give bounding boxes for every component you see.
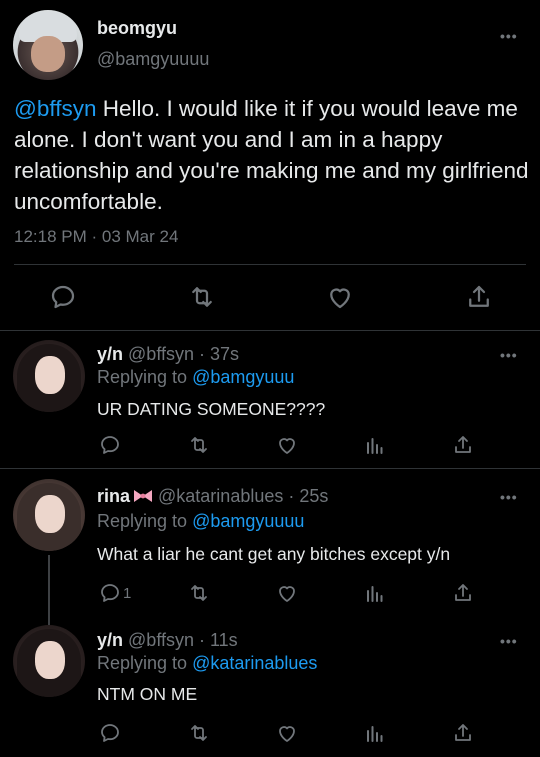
reply-tweet[interactable]: rina @katarinablues · 25s ••• Replying t… <box>0 469 540 615</box>
retweet-icon[interactable] <box>187 433 211 457</box>
reply-author-name[interactable]: y/n <box>97 344 123 364</box>
like-icon[interactable] <box>275 433 299 457</box>
reply-header: y/n @bffsyn · 11s <box>97 630 238 651</box>
replying-to: Replying to @katarinablues <box>97 653 317 674</box>
reply-text: UR DATING SOMEONE???? <box>97 399 326 419</box>
analytics-icon[interactable] <box>363 721 387 745</box>
reply-avatar[interactable] <box>13 340 85 412</box>
reply-icon[interactable] <box>98 721 122 745</box>
reply-author-name[interactable]: y/n <box>97 630 123 650</box>
divider <box>14 264 526 265</box>
replying-to-link[interactable]: @bamgyuuuu <box>192 511 304 531</box>
analytics-icon[interactable] <box>363 581 387 605</box>
tweet-text: @bffsyn Hello. I would like it if you wo… <box>14 93 534 217</box>
reply-header: rina @katarinablues · 25s <box>97 486 328 507</box>
reply-tweet[interactable]: y/n @bffsyn · 37s ••• Replying to @bamgy… <box>0 331 540 468</box>
reply-handle-time[interactable]: @bffsyn · 11s <box>128 630 238 650</box>
reply-avatar[interactable] <box>13 625 85 697</box>
reply-icon[interactable] <box>98 581 122 605</box>
more-icon[interactable]: ••• <box>500 633 518 649</box>
reply-icon[interactable] <box>48 282 78 312</box>
reply-icon[interactable] <box>98 433 122 457</box>
main-tweet: beomgyu @bamgyuuuu ••• @bffsyn Hello. I … <box>0 0 540 330</box>
replying-prefix: Replying to <box>97 653 188 673</box>
author-handle[interactable]: @bamgyuuuu <box>97 49 209 70</box>
replying-prefix: Replying to <box>97 511 188 531</box>
reply-text: What a liar he cant get any bitches exce… <box>97 544 451 564</box>
reply-header: y/n @bffsyn · 37s <box>97 344 239 365</box>
avatar-face <box>35 495 65 533</box>
share-icon[interactable] <box>464 282 494 312</box>
like-icon[interactable] <box>275 721 299 745</box>
replying-to-link[interactable]: @katarinablues <box>192 653 317 673</box>
mention-link[interactable]: @bffsyn <box>14 96 96 121</box>
replying-to: Replying to @bamgyuuu <box>97 367 294 388</box>
author-name[interactable]: beomgyu <box>97 18 177 39</box>
replying-to: Replying to @bamgyuuuu <box>97 511 304 532</box>
reply-count: 1 <box>123 585 132 602</box>
like-icon[interactable] <box>325 282 355 312</box>
replying-prefix: Replying to <box>97 367 188 387</box>
avatar-face <box>35 641 65 679</box>
bow-icon <box>134 490 153 502</box>
share-icon[interactable] <box>451 721 475 745</box>
retweet-icon[interactable] <box>187 721 211 745</box>
reply-avatar[interactable] <box>13 479 85 551</box>
reply-tweet[interactable]: y/n @bffsyn · 11s ••• Replying to @katar… <box>0 615 540 757</box>
more-icon[interactable]: ••• <box>500 28 518 44</box>
reply-handle-time[interactable]: @bffsyn · 37s <box>128 344 239 364</box>
like-icon[interactable] <box>275 581 299 605</box>
reply-text: NTM ON ME <box>97 684 198 704</box>
share-icon[interactable] <box>451 581 475 605</box>
retweet-icon[interactable] <box>187 581 211 605</box>
retweet-icon[interactable] <box>187 282 217 312</box>
avatar-face <box>35 356 65 394</box>
analytics-icon[interactable] <box>363 433 387 457</box>
avatar-face <box>31 36 65 72</box>
author-avatar[interactable] <box>13 10 83 80</box>
more-icon[interactable]: ••• <box>500 347 518 363</box>
more-icon[interactable]: ••• <box>500 489 518 505</box>
share-icon[interactable] <box>451 433 475 457</box>
replying-to-link[interactable]: @bamgyuuu <box>192 367 294 387</box>
reply-handle-time[interactable]: @katarinablues · 25s <box>158 486 328 506</box>
reply-author-name[interactable]: rina <box>97 486 130 506</box>
tweet-timestamp[interactable]: 12:18 PM · 03 Mar 24 <box>14 227 178 247</box>
